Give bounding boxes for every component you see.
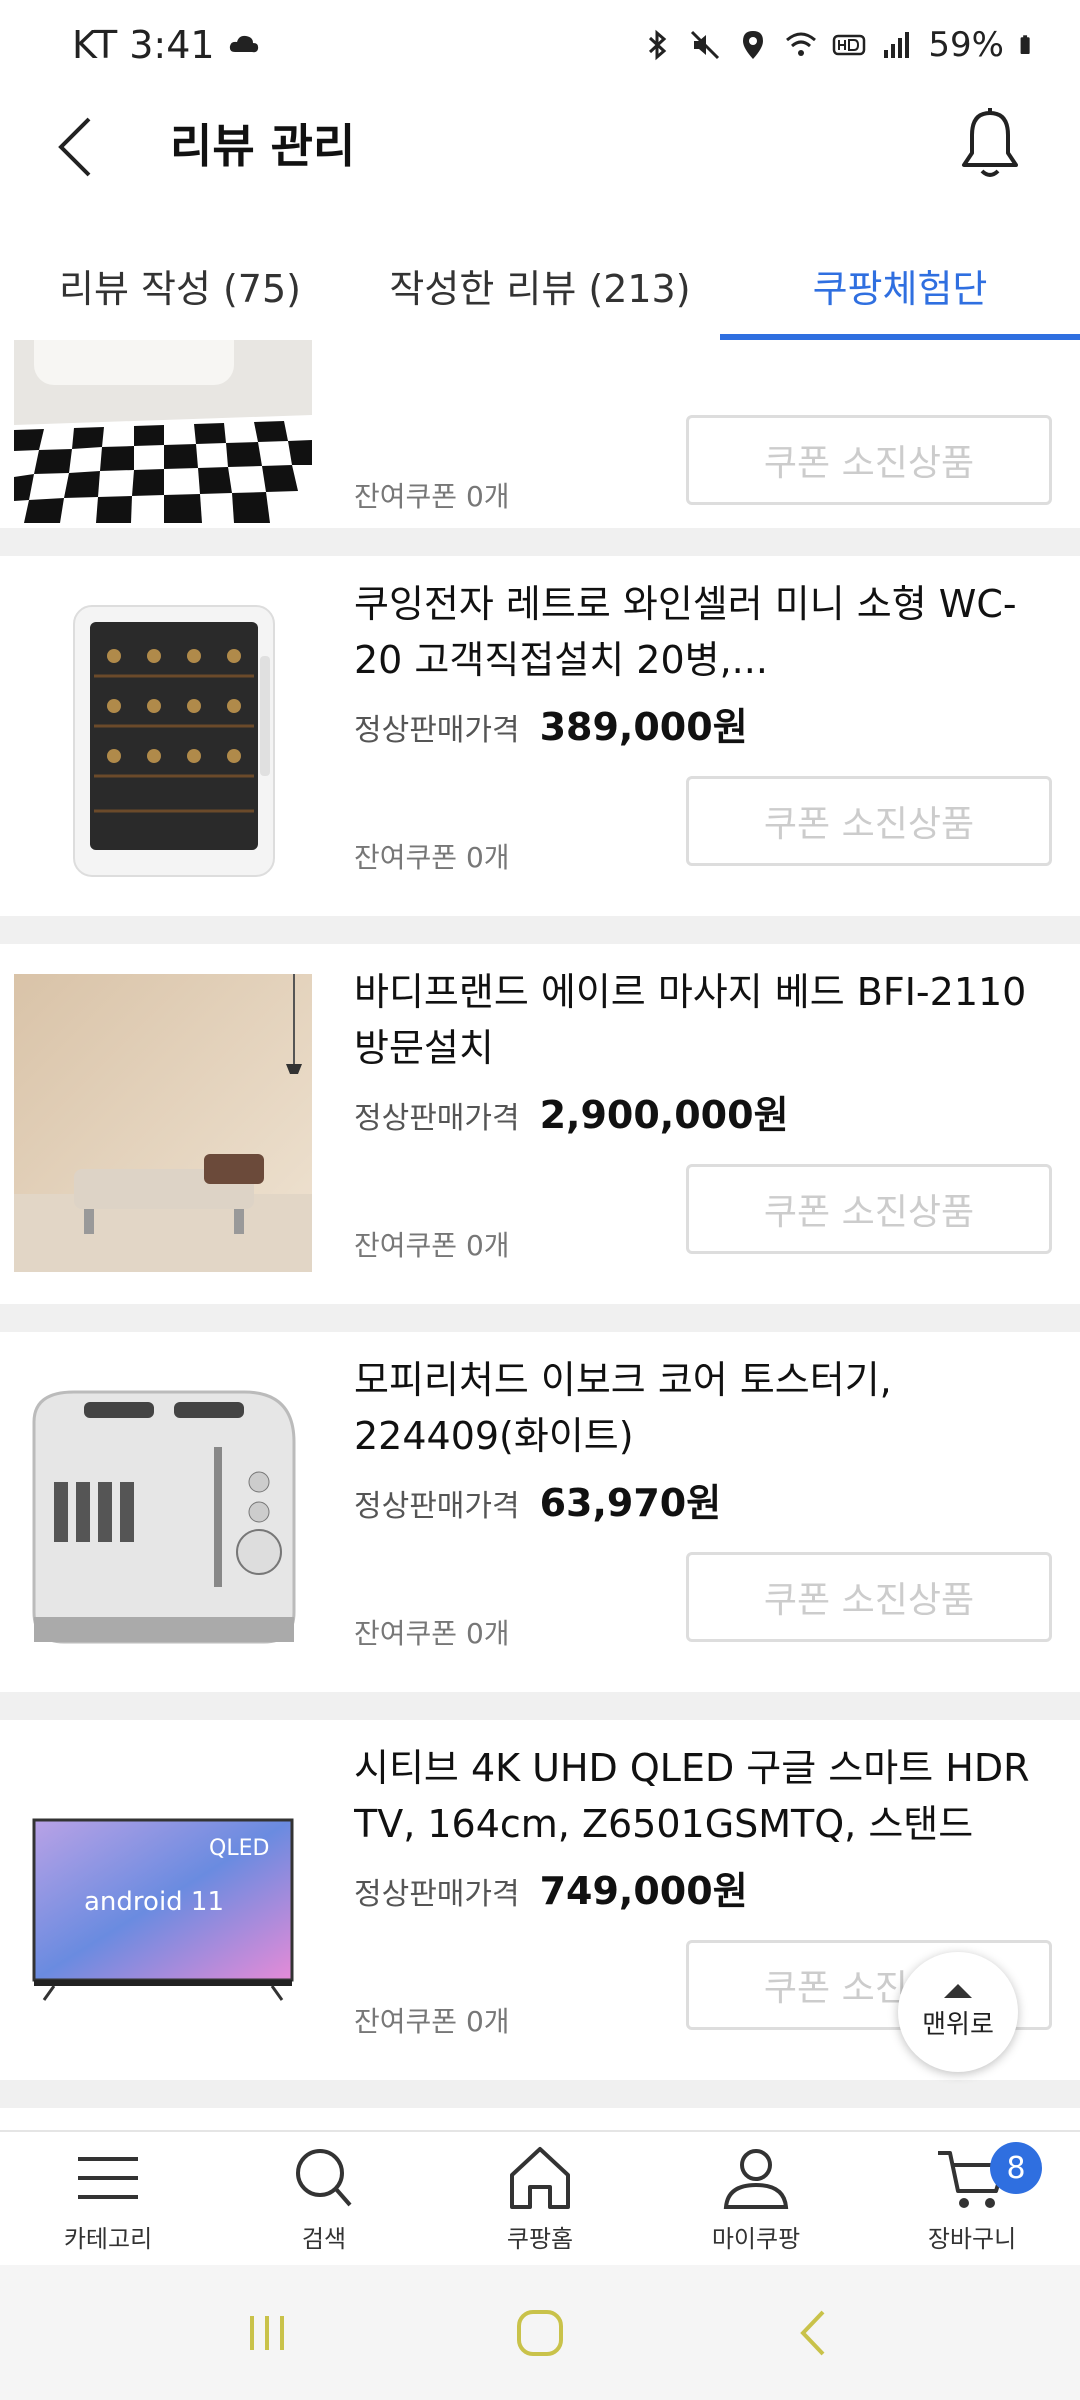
scroll-top-button[interactable]: 맨위로 xyxy=(898,1952,1018,2072)
coupon-exhausted-button[interactable]: 쿠폰 소진상품 xyxy=(686,415,1052,505)
product-image-rug xyxy=(14,340,312,523)
nav-label: 장바구니 xyxy=(927,2225,1017,2253)
divider xyxy=(0,1692,1080,1720)
list-item: 쿠잉전자 레트로 와인셀러 미니 소형 WC-20 고객직접설치 20병,...… xyxy=(0,556,1080,916)
product-name[interactable]: 쿠잉전자 레트로 와인셀러 미니 소형 WC-20 고객직접설치 20병,... xyxy=(354,576,1054,688)
tab-bar: 리뷰 작성 (75) 작성한 리뷰 (213) 쿠팡체험단 xyxy=(0,230,1080,340)
coupon-remaining: 잔여쿠폰 0개 xyxy=(354,1229,510,1262)
bottom-nav: 카테고리 검색 쿠팡홈 마이쿠팡 장바구니 8 xyxy=(0,2130,1080,2265)
cart-count-badge: 8 xyxy=(990,2142,1042,2194)
divider xyxy=(0,2080,1080,2108)
signal-icon xyxy=(884,32,910,58)
user-icon xyxy=(723,2149,789,2209)
price-label: 정상판매가격 xyxy=(354,1489,520,1524)
status-bar: KT 3:41 59% xyxy=(0,0,1080,90)
battery-icon xyxy=(1020,35,1030,55)
tv-brand-text: QLED xyxy=(209,1836,269,1861)
product-image-tv: android 11 QLED xyxy=(14,1750,312,2048)
list-item: 모피리처드 이보크 코어 토스터기, 224409(화이트) 정상판매가격 63… xyxy=(0,1332,1080,1692)
wifi-icon xyxy=(786,32,817,56)
tv-android-text: android 11 xyxy=(84,1887,224,1917)
price-row: 정상판매가격 63,970원 xyxy=(354,1472,721,1527)
back-button[interactable] xyxy=(40,112,110,182)
cloud-icon xyxy=(229,35,258,53)
page-title: 리뷰 관리 xyxy=(170,119,356,173)
recent-apps-button[interactable] xyxy=(227,2293,307,2373)
coupon-remaining: 잔여쿠폰 0개 xyxy=(354,841,510,874)
product-name[interactable]: 모피리처드 이보크 코어 토스터기, 224409(화이트) xyxy=(354,1352,1054,1464)
carrier-time: KT 3:41 xyxy=(72,23,215,67)
home-circle-icon xyxy=(516,2309,563,2356)
divider xyxy=(0,1304,1080,1332)
home-icon xyxy=(510,2147,570,2209)
nav-cart[interactable]: 장바구니 8 xyxy=(864,2132,1080,2265)
product-list: 잔여쿠폰 0개 쿠폰 소진상품 쿠잉전자 레트로 와인셀러 미니 소형 WC-2… xyxy=(0,340,1080,2130)
price-value: 63,970원 xyxy=(539,1481,722,1525)
scroll-top-label: 맨위로 xyxy=(922,2009,994,2040)
toaster-image xyxy=(14,1362,312,1660)
product-name[interactable]: 시티브 4K UHD QLED 구글 스마트 HDR TV, 164cm, Z6… xyxy=(354,1740,1054,1852)
divider xyxy=(0,916,1080,944)
hd-icon xyxy=(833,34,866,56)
product-image-toaster xyxy=(14,1362,312,1660)
price-value: 2,900,000원 xyxy=(539,1093,789,1137)
price-label: 정상판매가격 xyxy=(354,1101,520,1136)
nav-search[interactable]: 검색 xyxy=(216,2132,432,2265)
chevron-left-icon xyxy=(58,117,91,177)
status-left: KT 3:41 xyxy=(72,23,261,67)
price-label: 정상판매가격 xyxy=(354,1877,520,1912)
system-nav-bar xyxy=(0,2265,1080,2400)
menu-icon xyxy=(78,2157,138,2199)
product-image-massage-bed xyxy=(14,974,312,1272)
coupon-remaining: 잔여쿠폰 0개 xyxy=(354,2005,510,2038)
status-right: 59% xyxy=(640,25,1040,65)
arrow-up-icon xyxy=(944,1983,972,1998)
nav-label: 쿠팡홈 xyxy=(506,2225,574,2253)
mute-icon xyxy=(691,30,720,60)
nav-home[interactable]: 쿠팡홈 xyxy=(432,2132,648,2265)
recent-apps-icon xyxy=(249,2315,284,2350)
product-image-wine-cellar xyxy=(14,586,312,884)
back-arrow-icon xyxy=(800,2310,825,2355)
coupon-remaining: 잔여쿠폰 0개 xyxy=(354,1617,510,1650)
notification-button[interactable] xyxy=(950,104,1030,184)
coupon-exhausted-button[interactable]: 쿠폰 소진상품 xyxy=(686,776,1052,866)
nav-label: 마이쿠팡 xyxy=(711,2225,801,2253)
nav-label: 카테고리 xyxy=(63,2225,153,2253)
price-value: 749,000원 xyxy=(539,1869,748,1913)
product-name[interactable]: 바디프랜드 에이르 마사지 베드 BFI-2110 방문설치 xyxy=(354,964,1054,1076)
tab-experience-group[interactable]: 쿠팡체험단 xyxy=(720,230,1080,340)
nav-label: 검색 xyxy=(301,2225,347,2253)
search-icon xyxy=(296,2149,352,2207)
tv-image: android 11 QLED xyxy=(14,1750,312,2048)
location-icon xyxy=(743,31,764,59)
wine-cellar-image xyxy=(14,586,312,884)
coupon-exhausted-button[interactable]: 쿠폰 소진상품 xyxy=(686,1164,1052,1254)
coupon-exhausted-button[interactable]: 쿠폰 소진상품 xyxy=(686,1552,1052,1642)
home-system-button[interactable] xyxy=(500,2293,580,2373)
rug-image xyxy=(14,340,312,523)
bluetooth-icon xyxy=(649,29,667,61)
header: 리뷰 관리 xyxy=(0,90,1080,200)
price-row: 정상판매가격 2,900,000원 xyxy=(354,1084,789,1139)
price-row: 정상판매가격 749,000원 xyxy=(354,1860,748,1915)
divider xyxy=(0,528,1080,556)
tab-write-review[interactable]: 리뷰 작성 (75) xyxy=(0,230,360,340)
battery-percent: 59% xyxy=(928,25,1004,65)
nav-category[interactable]: 카테고리 xyxy=(0,2132,216,2265)
bell-icon xyxy=(962,108,1018,177)
massage-bed-image xyxy=(14,974,312,1272)
list-item: 잔여쿠폰 0개 쿠폰 소진상품 xyxy=(0,340,1080,555)
system-back-button[interactable] xyxy=(773,2293,853,2373)
tab-written-reviews[interactable]: 작성한 리뷰 (213) xyxy=(360,230,720,340)
price-value: 389,000원 xyxy=(539,705,748,749)
price-row: 정상판매가격 389,000원 xyxy=(354,696,748,751)
nav-my-coupang[interactable]: 마이쿠팡 xyxy=(648,2132,864,2265)
coupon-remaining: 잔여쿠폰 0개 xyxy=(354,480,510,513)
price-label: 정상판매가격 xyxy=(354,713,520,748)
list-item: 바디프랜드 에이르 마사지 베드 BFI-2110 방문설치 정상판매가격 2,… xyxy=(0,944,1080,1304)
